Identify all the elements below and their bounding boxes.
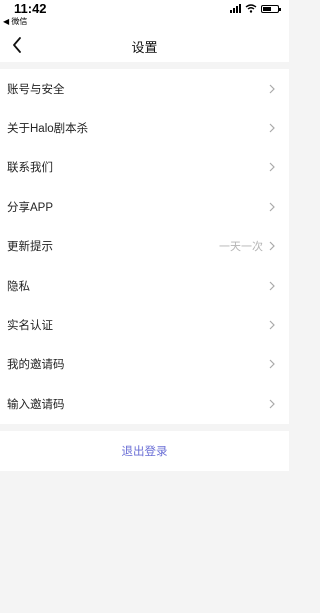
settings-row-contact-us[interactable]: 联系我们	[0, 148, 289, 187]
settings-row-enter-invite-code[interactable]: 输入邀请码	[0, 384, 289, 423]
battery-fill	[263, 6, 271, 11]
signal-icon	[230, 4, 241, 13]
settings-list: 账号与安全 关于Halo剧本杀 联系我们 分享APP 更新提示 一天一次 隐私 …	[0, 69, 289, 424]
chevron-right-icon	[269, 281, 275, 291]
wifi-icon	[245, 4, 257, 13]
chevron-right-icon	[269, 320, 275, 330]
back-to-app-link[interactable]: ◀ 微信	[3, 16, 27, 27]
chevron-right-icon	[269, 399, 275, 409]
chevron-right-icon	[269, 162, 275, 172]
logout-section: 退出登录	[0, 431, 289, 471]
settings-row-real-name-auth[interactable]: 实名认证	[0, 305, 289, 344]
status-bar: 11:42 ◀ 微信	[0, 0, 289, 28]
chevron-right-icon	[269, 123, 275, 133]
row-label: 账号与安全	[7, 83, 65, 96]
settings-row-privacy[interactable]: 隐私	[0, 266, 289, 305]
row-label: 分享APP	[7, 201, 54, 214]
chevron-right-icon	[269, 202, 275, 212]
status-time: 11:42	[14, 1, 47, 16]
row-label: 输入邀请码	[7, 398, 65, 411]
settings-row-account-security[interactable]: 账号与安全	[0, 69, 289, 108]
settings-row-share-app[interactable]: 分享APP	[0, 187, 289, 226]
status-icons	[230, 4, 281, 13]
settings-row-update-reminder[interactable]: 更新提示 一天一次	[0, 227, 289, 266]
chevron-right-icon	[269, 241, 275, 251]
row-label: 更新提示	[7, 241, 53, 254]
battery-icon	[261, 4, 281, 13]
row-label: 联系我们	[7, 162, 53, 175]
chevron-right-icon	[269, 359, 275, 369]
chevron-right-icon	[269, 84, 275, 94]
row-value: 一天一次	[219, 241, 263, 254]
row-label: 实名认证	[7, 320, 53, 333]
page-title: 设置	[131, 40, 158, 55]
nav-bar: 设置	[0, 28, 289, 62]
settings-row-about[interactable]: 关于Halo剧本杀	[0, 108, 289, 147]
settings-row-my-invite-code[interactable]: 我的邀请码	[0, 345, 289, 384]
row-label: 隐私	[7, 280, 30, 293]
row-label: 我的邀请码	[7, 359, 65, 372]
logout-button[interactable]: 退出登录	[122, 443, 168, 459]
row-label: 关于Halo剧本杀	[7, 123, 89, 136]
